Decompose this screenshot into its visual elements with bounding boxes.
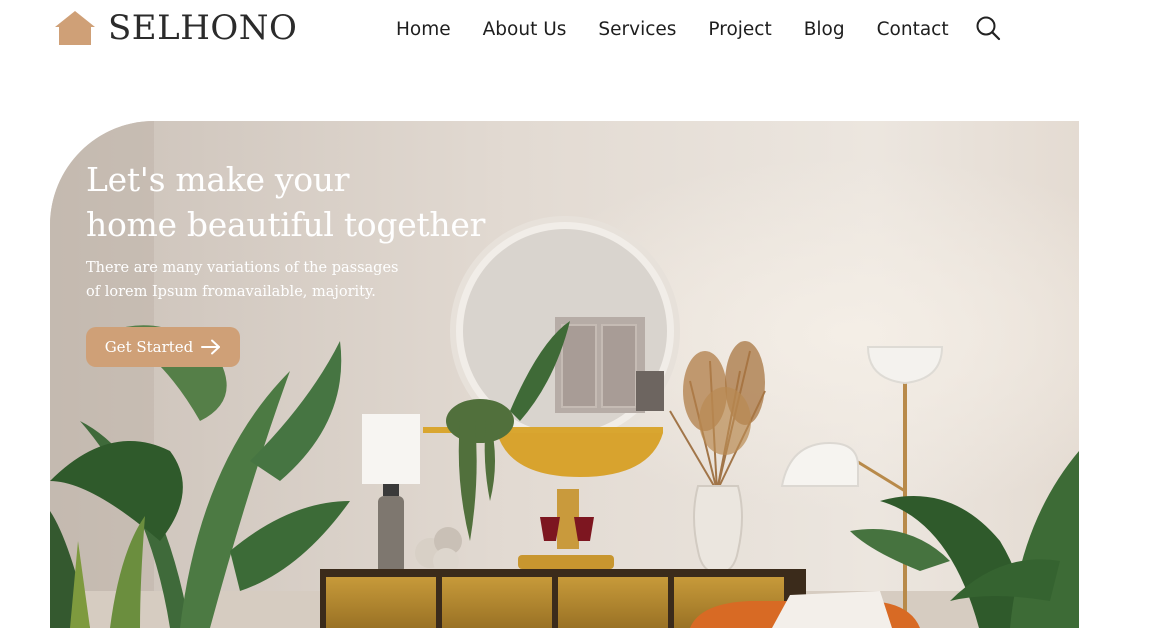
nav-about-us[interactable]: About Us	[483, 16, 567, 44]
search-icon[interactable]	[975, 15, 1001, 41]
hero-subtitle-line-1: There are many variations of the passage…	[86, 260, 399, 276]
hero-subtitle-line-2: of lorem Ipsum fromavailable, majority.	[86, 284, 376, 300]
brand-name: SELHONO	[108, 8, 298, 48]
get-started-label: Get Started	[104, 338, 194, 356]
hero-title-line-1: Let's make your	[86, 160, 350, 199]
nav-contact[interactable]: Contact	[877, 16, 949, 44]
nav-home[interactable]: Home	[396, 16, 451, 44]
nav-blog[interactable]: Blog	[804, 16, 845, 44]
house-icon	[55, 11, 95, 45]
get-started-button[interactable]: Get Started	[86, 327, 240, 367]
nav-services[interactable]: Services	[598, 16, 676, 44]
nav-project[interactable]: Project	[708, 16, 771, 44]
hero-subtitle: There are many variations of the passage…	[86, 256, 398, 304]
brand[interactable]: SELHONO	[54, 8, 297, 48]
hero-title-line-2: home beautiful together	[86, 205, 486, 244]
hero-title: Let's make your home beautiful together	[86, 157, 485, 247]
main-nav: Home About Us Services Project Blog Cont…	[396, 16, 949, 44]
hero-banner: Let's make your home beautiful together …	[50, 121, 1079, 628]
arrow-right-icon	[201, 339, 221, 355]
